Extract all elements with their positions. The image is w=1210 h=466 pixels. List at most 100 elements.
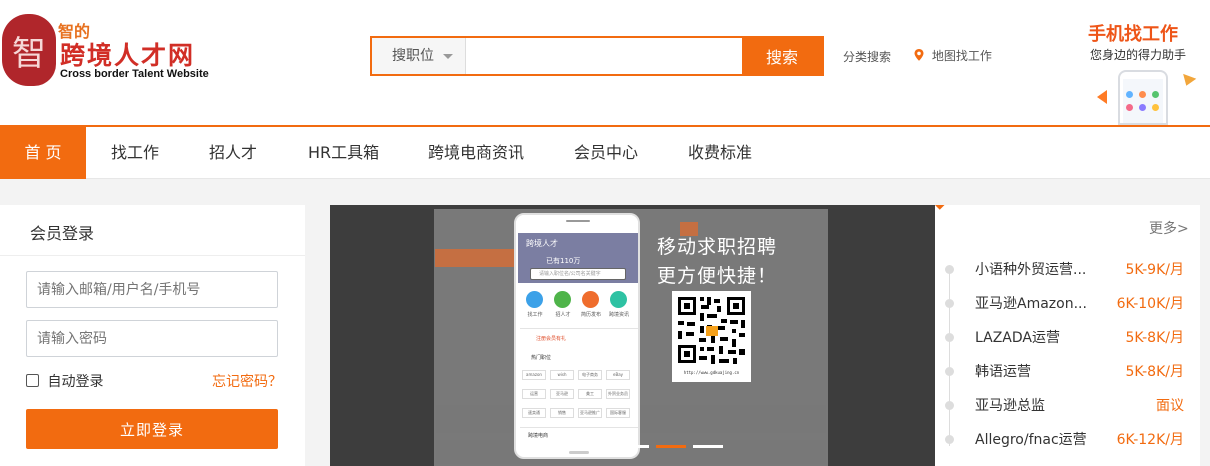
job-row[interactable]: 韩语运营 5K-8K/月 (935, 352, 1200, 386)
job-tag: 外贸业务员 (606, 389, 630, 399)
carousel-dot-2[interactable] (656, 445, 686, 448)
job-icon (526, 291, 543, 308)
banner-phone-mockup: 跨境人才 已有110万 请输入职位名/公司名关键字 找工作 招人才 简历发布 跨… (514, 213, 640, 459)
nav-ecommerce-news[interactable]: 跨境电商资讯 (428, 127, 524, 179)
more-jobs-link[interactable]: 更多> (1149, 218, 1189, 238)
logo-subtitle: Cross border Talent Website (60, 68, 209, 80)
app-icon (1126, 91, 1133, 98)
site-header: 智 智的 跨境人才网 Cross border Talent Website 搜… (0, 0, 1210, 125)
category-search-link[interactable]: 分类搜索 (843, 48, 891, 65)
phone-notice: 注册会员有礼 (536, 336, 567, 342)
phone-hot-title: 热门职位 (531, 355, 552, 361)
login-divider (0, 255, 305, 256)
phone-search-input: 请输入职位名/公司名关键字 (530, 268, 626, 280)
login-button[interactable]: 立即登录 (26, 409, 278, 449)
job-row[interactable]: 亚马逊总监 面议 (935, 386, 1200, 420)
job-tag: 美工 (578, 389, 602, 399)
logo-seal[interactable]: 智 (2, 14, 56, 86)
logo-seal-text: 智 (12, 33, 46, 74)
mobile-phone-illustration (1118, 70, 1168, 125)
banner-slogan: 移动求职招聘 更方便快捷！ (657, 233, 777, 291)
search-bar: 搜职位 搜索 (370, 36, 824, 76)
search-type-value: 搜职位 (392, 48, 434, 64)
job-salary: 5K-8K/月 (1125, 364, 1184, 380)
carousel-dot-1[interactable] (619, 445, 649, 448)
resume-icon (582, 291, 599, 308)
password-field[interactable] (26, 320, 278, 357)
phone-section-title: 跨境电商 (528, 433, 549, 439)
main-navigation: 首 页 找工作 招人才 HR工具箱 跨境电商资讯 会员中心 收费标准 (0, 125, 1210, 179)
urgent-badge-background (935, 205, 999, 210)
job-salary: 面议 (1156, 398, 1184, 414)
logo-title[interactable]: 跨境人才网 (60, 36, 195, 72)
phone-divider (520, 328, 638, 329)
phone-status-bar (516, 215, 638, 233)
map-jobs-label: 地图找工作 (931, 49, 992, 63)
search-type-select[interactable]: 搜职位 (372, 38, 466, 74)
auto-login-option[interactable]: 自动登录 (26, 371, 103, 391)
talent-icon (554, 291, 571, 308)
forgot-password-link[interactable]: 忘记密码？ (212, 371, 282, 391)
slogan-line-2: 更方便快捷！ (657, 265, 778, 287)
login-title: 会员登录 (30, 224, 95, 243)
mobile-jobs-title[interactable]: 手机找工作 (1088, 20, 1178, 46)
job-row[interactable]: LAZADA运营 5K-8K/月 (935, 318, 1200, 352)
nav-home[interactable]: 首 页 (0, 127, 86, 179)
job-tag: 国际客服 (606, 408, 630, 418)
job-tag: eBay (606, 370, 630, 380)
map-jobs-link[interactable]: 地图找工作 (914, 47, 992, 64)
nav-recruit[interactable]: 招人才 (209, 127, 257, 179)
job-salary: 5K-8K/月 (1125, 330, 1184, 346)
qr-code-url: http://www.gdkuajing.cn (683, 370, 740, 375)
carousel-dot-3[interactable] (693, 445, 723, 448)
search-input[interactable] (467, 38, 743, 74)
job-tag: amazon (522, 370, 546, 380)
phone-header-text: 跨境人才 (526, 239, 558, 248)
job-salary: 6K-10K/月 (1116, 296, 1184, 312)
chevron-down-icon (443, 54, 453, 59)
phone-count-text: 已有110万 (546, 257, 581, 265)
job-salary: 5K-9K/月 (1125, 262, 1184, 278)
phone-speaker (566, 220, 590, 222)
nav-member-center[interactable]: 会员中心 (574, 127, 638, 179)
urgent-badge-label: 急聘 (936, 211, 971, 246)
job-tag: 亚马逊推广 (578, 408, 602, 418)
nav-hr-tools[interactable]: HR工具箱 (308, 127, 379, 179)
search-button[interactable]: 搜索 (742, 38, 822, 74)
job-salary: 6K-12K/月 (1116, 432, 1184, 448)
app-icon (1126, 104, 1133, 111)
username-field[interactable] (26, 271, 278, 308)
phone-icon-label: 招人才 (555, 312, 571, 318)
job-row[interactable]: 小语种外贸运营... 5K-9K/月 (935, 250, 1200, 284)
slogan-line-1: 移动求职招聘 (657, 236, 778, 258)
mobile-jobs-subtitle: 您身边的得力助手 (1090, 48, 1187, 62)
app-icon (1139, 91, 1146, 98)
job-row[interactable]: Allegro/fnac运营 6K-12K/月 (935, 420, 1200, 454)
auto-login-label: 自动登录 (47, 374, 104, 390)
job-tag: 亚马逊 (550, 389, 574, 399)
job-tag: wish (550, 370, 574, 380)
job-tag: 电子商务 (578, 370, 602, 380)
job-tag: 销售 (550, 408, 574, 418)
decorative-triangle-left (1097, 90, 1107, 104)
news-icon (610, 291, 627, 308)
phone-icon-label: 跨境资讯 (608, 312, 629, 318)
mobile-app-banner[interactable]: 跨境人才 已有110万 请输入职位名/公司名关键字 找工作 招人才 简历发布 跨… (330, 205, 935, 466)
urgent-job-list: 小语种外贸运营... 5K-9K/月 亚马逊Amazon... 6K-10K/月… (935, 250, 1200, 466)
job-tag: 速卖通 (522, 408, 546, 418)
job-tag: 运营 (522, 389, 546, 399)
map-pin-icon (914, 49, 924, 61)
decorative-triangle-right (1179, 73, 1197, 89)
nav-find-job[interactable]: 找工作 (111, 127, 159, 179)
phone-home-indicator (569, 451, 589, 454)
job-row[interactable]: 亚马逊Amazon... 6K-10K/月 (935, 284, 1200, 318)
phone-icon-label: 简历发布 (580, 312, 601, 318)
app-icon (1152, 104, 1159, 111)
phone-divider (520, 427, 638, 428)
qr-code-block: http://www.gdkuajing.cn (672, 291, 751, 382)
app-icon (1152, 91, 1159, 98)
urgent-jobs-panel: 急聘 更多> 小语种外贸运营... 5K-9K/月 亚马逊Amazon... 6… (935, 205, 1200, 466)
app-icon (1139, 104, 1146, 111)
auto-login-checkbox[interactable] (26, 374, 39, 387)
nav-pricing[interactable]: 收费标准 (688, 127, 752, 179)
